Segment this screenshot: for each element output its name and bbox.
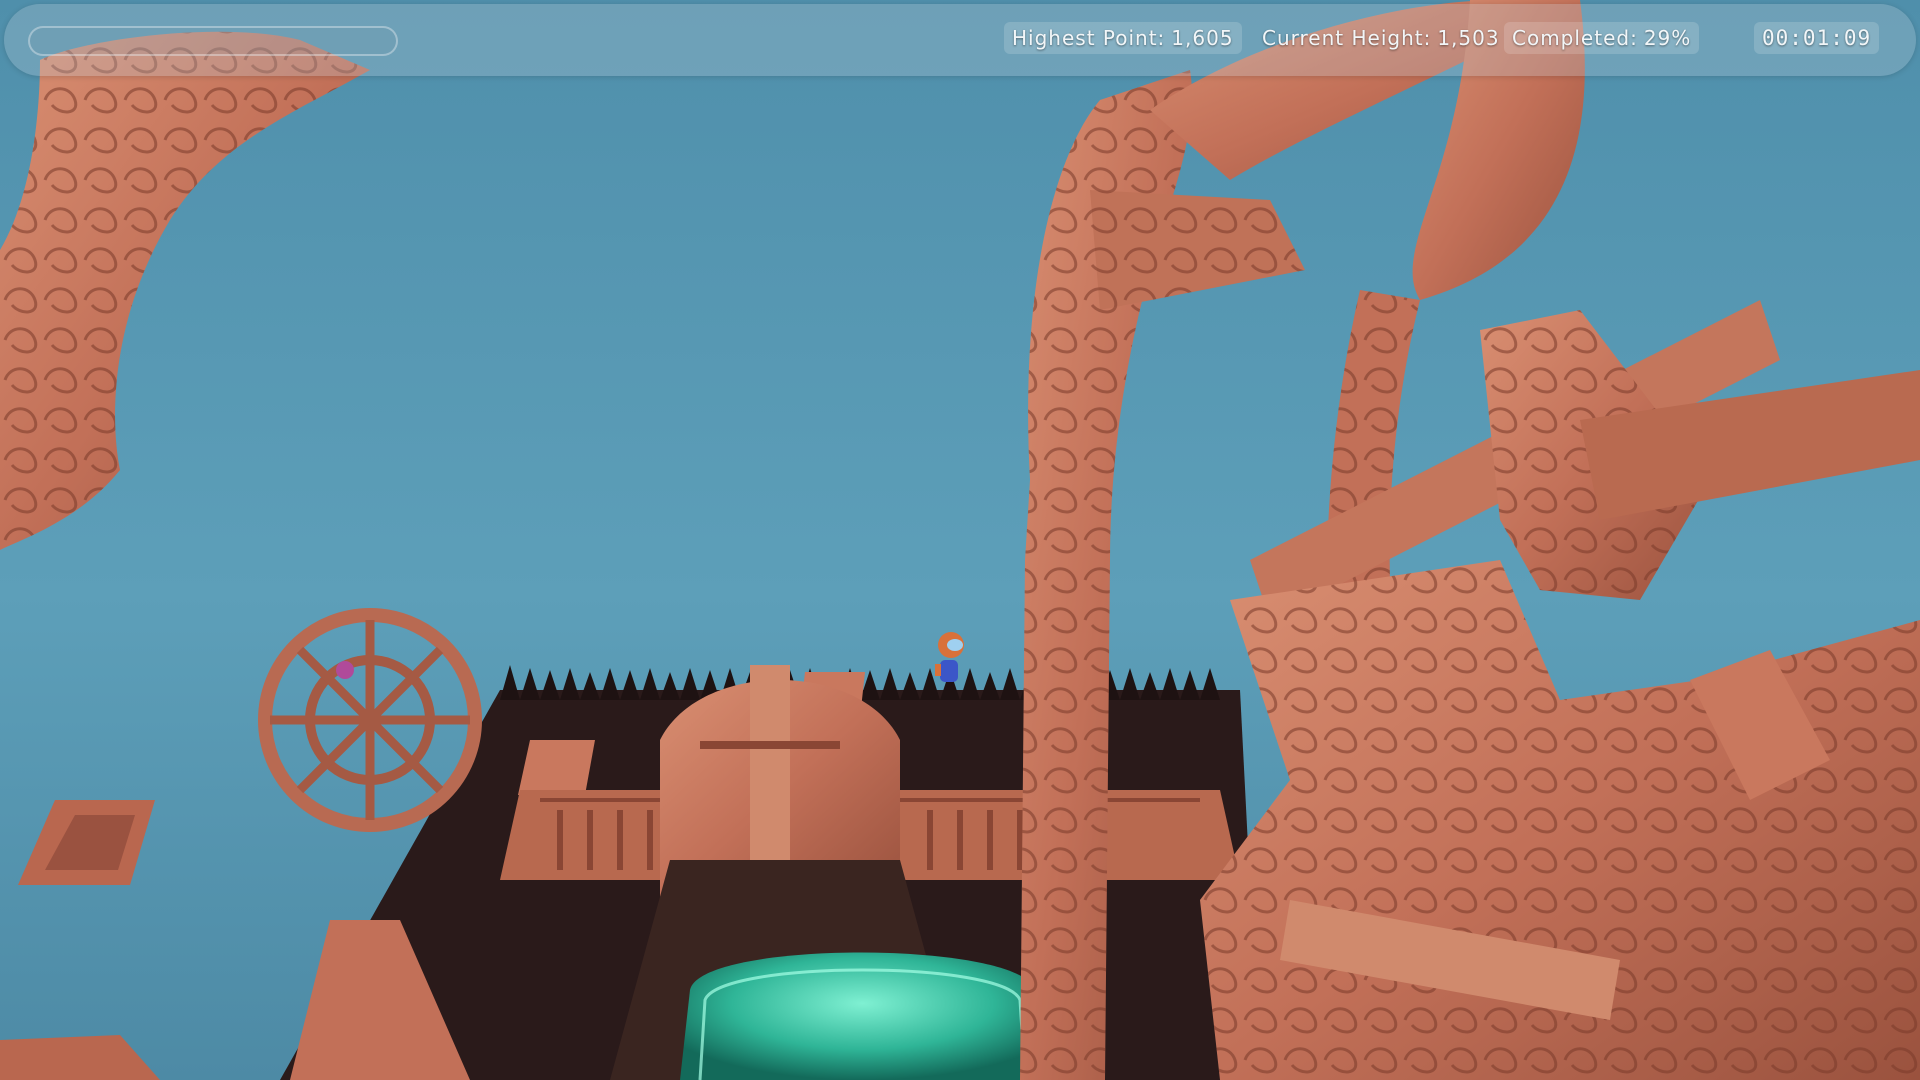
completed-value: 29% (1643, 26, 1692, 50)
progress-bar (28, 26, 398, 56)
hud-bar: Highest Point: 1,605 Current Height: 1,503… (4, 4, 1916, 76)
highest-point-label: Highest Point: (1012, 26, 1166, 50)
completed-label: Completed: (1512, 26, 1638, 50)
highest-point-value: 1,605 (1171, 26, 1234, 50)
current-height-label: Current Height: (1262, 26, 1432, 50)
stone-cage (258, 608, 482, 832)
highest-point-stat: Highest Point: 1,605 (1004, 22, 1242, 54)
floating-tile-small-1 (518, 740, 595, 795)
timer: 00:01:09 (1754, 22, 1880, 54)
water-portal (680, 952, 1045, 1080)
current-height-value: 1,503 (1437, 26, 1500, 50)
completed-stat: Completed: 29% (1504, 22, 1700, 54)
game-scene (0, 0, 1920, 1080)
current-height-stat: Current Height: 1,503 (1254, 22, 1508, 54)
